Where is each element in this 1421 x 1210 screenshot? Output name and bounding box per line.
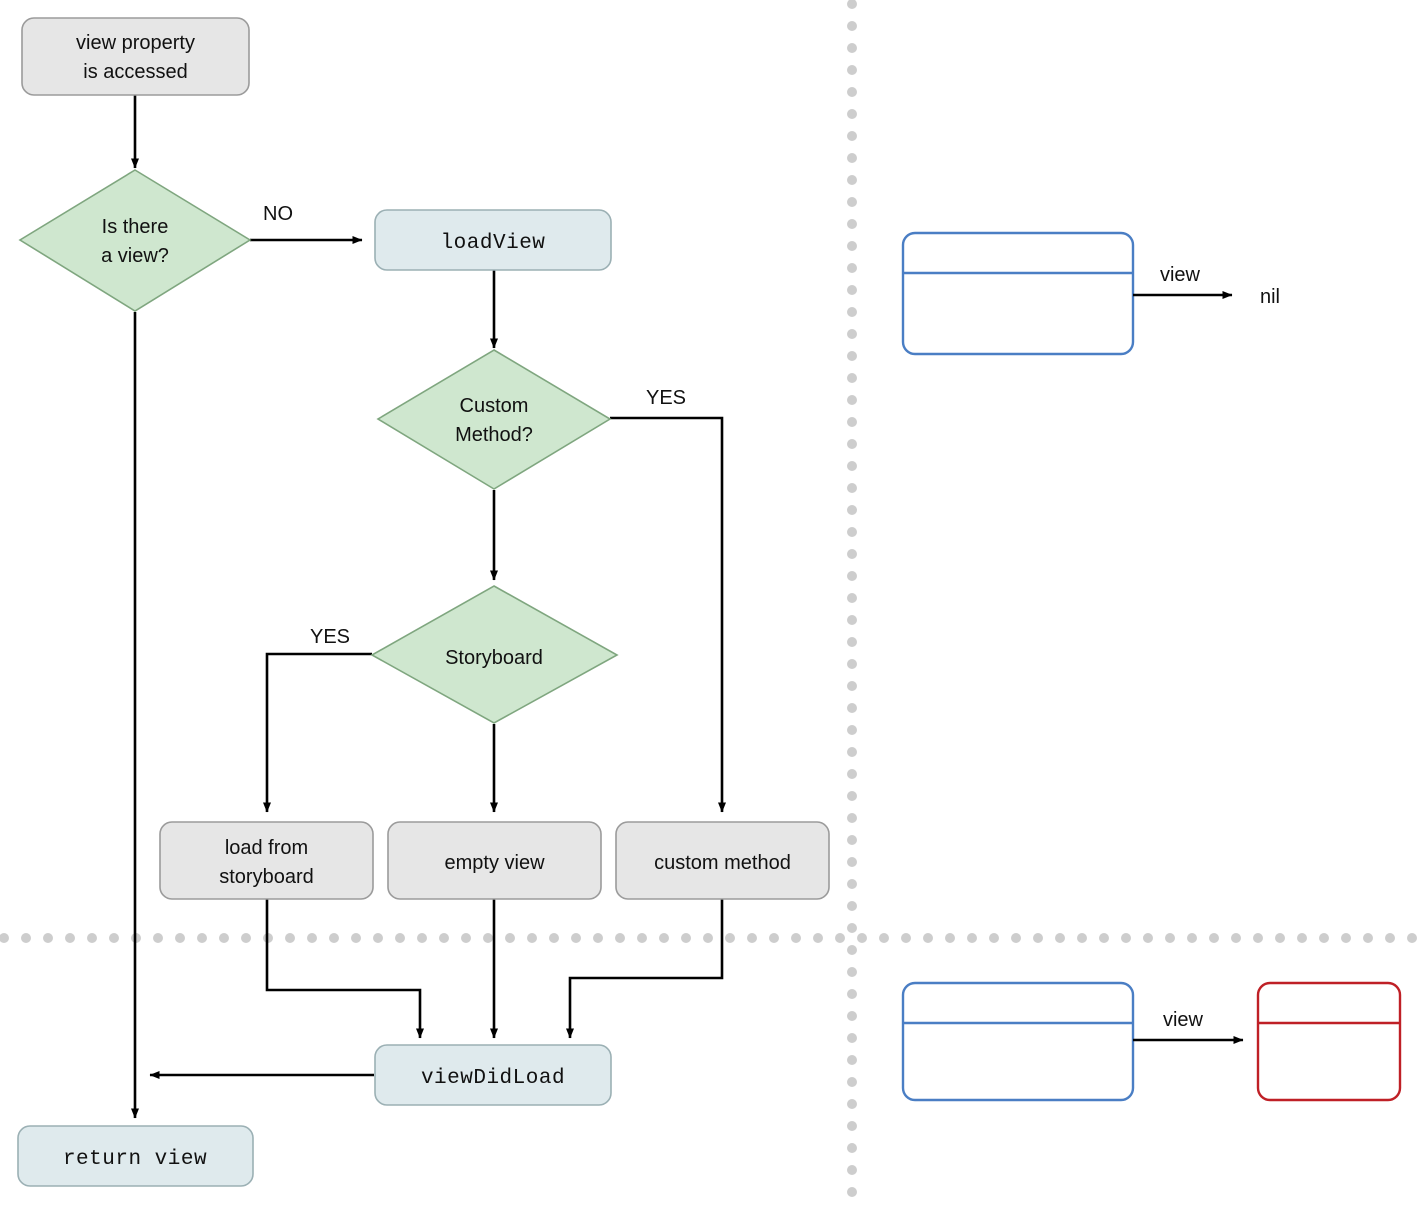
card-bottom-view-controller[interactable]: View Controller bbox=[901, 981, 1135, 1102]
edge-label-storyboard-yes: YES bbox=[310, 626, 350, 648]
card-top-relation: view nil bbox=[1133, 264, 1280, 308]
divider-horizontal bbox=[0, 933, 1417, 943]
node-load-view[interactable]: loadView bbox=[374, 209, 612, 271]
card-bottom-relation: view bbox=[1133, 1009, 1244, 1044]
card-top-view-controller[interactable]: View Controller bbox=[901, 231, 1135, 356]
node-empty-view-label: empty view bbox=[444, 852, 545, 874]
node-is-there-a-view-line1: Is there bbox=[102, 216, 169, 238]
card-bottom-view-controller-title: View Controller bbox=[948, 994, 1088, 1015]
card-bottom-view[interactable]: View bbox=[1256, 981, 1402, 1102]
node-view-property-accessed[interactable]: view property is accessed bbox=[21, 17, 250, 96]
node-storyboard-question[interactable]: Storyboard bbox=[370, 585, 619, 724]
node-custom-method-question-line2: Method? bbox=[455, 424, 533, 446]
node-empty-view[interactable]: empty view bbox=[387, 821, 602, 900]
node-view-did-load-label: viewDidLoad bbox=[421, 1067, 565, 1090]
edge-storyboard-yes-to-loadfromstoryboard bbox=[263, 652, 372, 813]
node-is-there-a-view[interactable]: Is there a view? bbox=[18, 169, 252, 312]
node-custom-method-label: custom method bbox=[654, 852, 791, 874]
node-load-view-label: loadView bbox=[441, 232, 546, 255]
edge-label-no: NO bbox=[263, 203, 293, 225]
card-bottom-relation-label: view bbox=[1163, 1009, 1204, 1031]
node-view-property-accessed-line1: view property bbox=[76, 32, 195, 54]
node-custom-method[interactable]: custom method bbox=[615, 821, 830, 900]
card-bottom-view-title: View bbox=[1308, 994, 1351, 1015]
node-load-from-storyboard-line2: storyboard bbox=[219, 866, 314, 888]
node-view-did-load[interactable]: viewDidLoad bbox=[374, 1044, 612, 1106]
divider-vertical bbox=[847, 0, 857, 1197]
diagram-canvas: view property is accessed Is there a vie… bbox=[0, 0, 1421, 1210]
edge-custommethod-yes-to-custommethodbox bbox=[610, 416, 726, 813]
edge-label-custom-method-yes: YES bbox=[646, 387, 686, 409]
edge-custommethodbox-to-viewdidload bbox=[566, 898, 724, 1039]
node-load-from-storyboard[interactable]: load from storyboard bbox=[159, 821, 374, 900]
node-return-view[interactable]: return view bbox=[17, 1125, 254, 1187]
card-top-view-controller-title: View Controller bbox=[948, 245, 1088, 266]
edge-loadfromstoryboard-to-viewdidload bbox=[265, 898, 424, 1039]
card-top-relation-label: view bbox=[1160, 264, 1201, 286]
card-top-target-nil: nil bbox=[1260, 286, 1280, 308]
node-custom-method-question[interactable]: Custom Method? bbox=[376, 349, 612, 490]
node-return-view-label: return view bbox=[63, 1148, 207, 1171]
node-custom-method-question-line1: Custom bbox=[460, 395, 529, 417]
node-view-property-accessed-line2: is accessed bbox=[83, 61, 188, 83]
flowchart-svg: view property is accessed Is there a vie… bbox=[0, 0, 1417, 1197]
node-storyboard-question-label: Storyboard bbox=[445, 647, 543, 669]
node-load-from-storyboard-line1: load from bbox=[225, 837, 308, 859]
node-is-there-a-view-line2: a view? bbox=[101, 245, 169, 267]
